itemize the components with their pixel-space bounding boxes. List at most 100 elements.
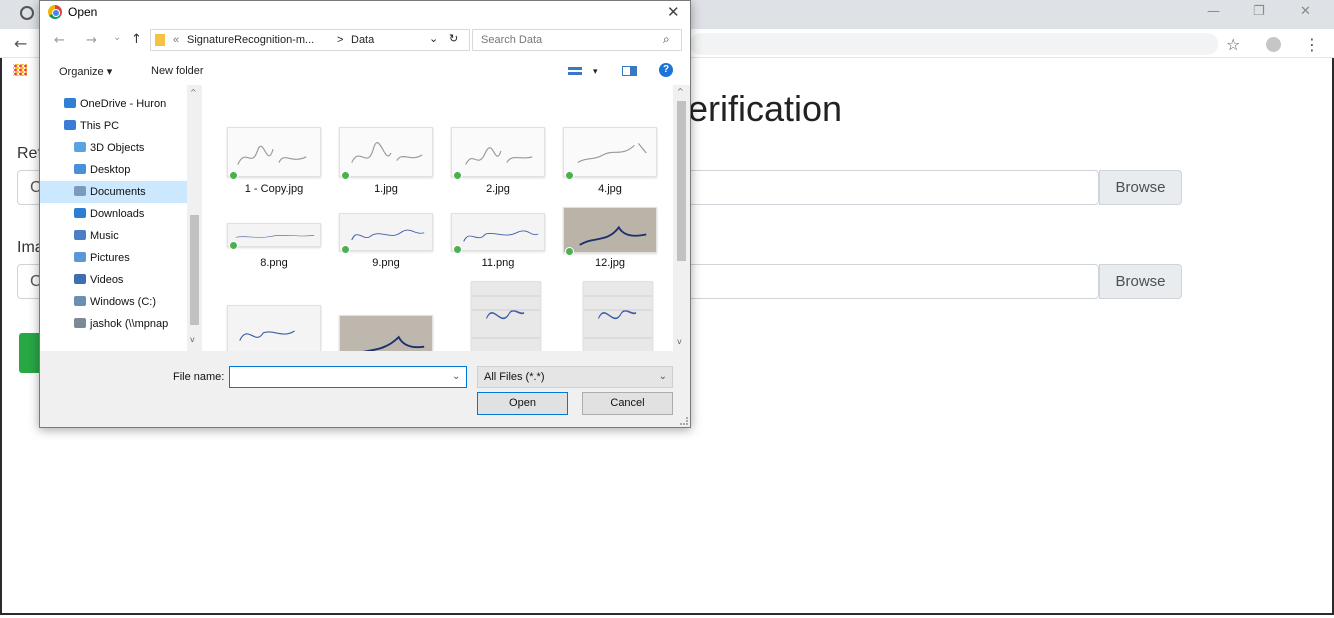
dialog-toolbar: Organize ▾ New folder ▾ ? xyxy=(40,58,690,84)
browser-menu-icon[interactable]: ⋮ xyxy=(1304,35,1320,54)
file-item[interactable]: 1.jpg xyxy=(327,89,435,195)
file-item[interactable] xyxy=(439,259,547,351)
page-title: erification xyxy=(688,88,843,129)
nav-scrollbar[interactable]: ^ v xyxy=(187,85,202,351)
image-browse-button[interactable]: Browse xyxy=(1099,264,1182,299)
path-dropdown-icon[interactable]: ⌄ xyxy=(429,32,438,45)
sidebar-item[interactable]: Desktop xyxy=(40,159,200,181)
preview-pane-icon[interactable] xyxy=(622,66,637,76)
sidebar-item[interactable]: 3D Objects xyxy=(40,137,200,159)
open-file-dialog: Open ✕ ← → ⌄ ↑ « SignatureRecognition-m.… xyxy=(39,0,691,428)
file-item[interactable] xyxy=(551,259,659,351)
address-breadcrumb[interactable]: « SignatureRecognition-m... > Data ⌄ ↻ xyxy=(150,29,470,51)
dialog-footer: File name: ⌄ All Files (*.*) ⌄ Open Canc… xyxy=(40,351,690,427)
file-name-input[interactable] xyxy=(230,367,445,387)
sidebar-item[interactable]: Documents xyxy=(40,181,200,203)
sidebar-item[interactable]: This PC xyxy=(40,115,200,137)
sidebar-item[interactable]: OneDrive - Huron xyxy=(40,93,200,115)
sidebar-item[interactable]: Downloads xyxy=(40,203,200,225)
sidebar-item-label: Pictures xyxy=(90,252,130,264)
file-name-label: File name: xyxy=(173,371,225,383)
signature-thumbnail xyxy=(563,127,657,177)
file-scroll-up-icon[interactable]: ^ xyxy=(677,87,684,96)
drive-icon xyxy=(74,296,86,306)
back-icon[interactable]: ← xyxy=(14,34,27,53)
signature-thumbnail xyxy=(583,281,653,351)
bookmark-star-icon[interactable]: ☆ xyxy=(1226,35,1240,54)
signature-thumbnail xyxy=(563,207,657,253)
signature-thumbnail xyxy=(451,127,545,177)
sidebar-item[interactable]: jashok (\\mpnap xyxy=(40,313,200,335)
submit-button[interactable] xyxy=(19,333,39,373)
resize-grip-icon[interactable] xyxy=(680,417,688,425)
file-scroll-down-icon[interactable]: v xyxy=(677,337,682,346)
nav-scroll-thumb[interactable] xyxy=(190,215,199,325)
change-view-icon[interactable] xyxy=(568,67,582,75)
sidebar-item[interactable]: Windows (C:) xyxy=(40,291,200,313)
profile-avatar[interactable] xyxy=(1266,37,1281,52)
downloads-icon xyxy=(74,208,86,218)
dialog-close-icon[interactable]: ✕ xyxy=(667,3,680,21)
nav-scroll-down-icon[interactable]: v xyxy=(190,335,195,344)
nav-back-icon[interactable]: ← xyxy=(54,33,65,48)
videos-icon xyxy=(74,274,86,284)
browser-favicon-icon[interactable] xyxy=(20,6,34,20)
sidebar-item-label: Windows (C:) xyxy=(90,296,157,308)
minimize-icon[interactable]: — xyxy=(1207,4,1220,19)
signature-thumbnail xyxy=(227,305,321,351)
file-item[interactable] xyxy=(215,259,323,351)
file-name-field[interactable]: ⌄ xyxy=(229,366,467,388)
breadcrumb-parent[interactable]: SignatureRecognition-m... xyxy=(187,34,314,46)
refresh-icon[interactable]: ↻ xyxy=(449,32,458,45)
file-item[interactable]: 1 - Copy.jpg xyxy=(215,89,323,195)
file-item[interactable] xyxy=(327,259,435,351)
sidebar-item-label: Downloads xyxy=(90,208,145,220)
search-placeholder: Search Data xyxy=(481,34,543,46)
open-button[interactable]: Open xyxy=(477,392,568,415)
breadcrumb-separator: > xyxy=(337,34,344,46)
reference-browse-button[interactable]: Browse xyxy=(1099,170,1182,205)
cancel-button[interactable]: Cancel xyxy=(582,392,673,415)
window-close-icon[interactable]: ✕ xyxy=(1300,4,1311,19)
restore-icon[interactable]: ❐ xyxy=(1253,4,1265,19)
file-item[interactable]: 8.png xyxy=(215,171,323,269)
nav-forward-icon[interactable]: → xyxy=(86,33,97,48)
chrome-icon xyxy=(48,5,62,19)
search-input[interactable]: Search Data ⌕ xyxy=(472,29,682,51)
file-item[interactable]: 12.jpg xyxy=(551,171,659,269)
nav-scroll-up-icon[interactable]: ^ xyxy=(190,88,197,97)
search-icon[interactable]: ⌕ xyxy=(663,32,670,47)
file-scrollbar[interactable]: ^ v xyxy=(673,85,690,351)
sync-status-icon xyxy=(341,245,350,254)
organize-button[interactable]: Organize ▾ xyxy=(59,65,112,78)
address-bar[interactable] xyxy=(690,33,1218,55)
file-item[interactable]: 11.png xyxy=(439,171,547,269)
path-overflow[interactable]: « xyxy=(173,34,179,46)
sync-status-icon xyxy=(453,245,462,254)
file-item[interactable]: 2.jpg xyxy=(439,89,547,195)
recent-locations-icon[interactable]: ⌄ xyxy=(113,32,121,43)
file-item[interactable]: 9.png xyxy=(327,171,435,269)
file-name-dropdown-icon[interactable]: ⌄ xyxy=(452,371,460,382)
folder-icon xyxy=(155,34,165,46)
file-item[interactable]: 4.jpg xyxy=(551,89,659,195)
file-scroll-thumb[interactable] xyxy=(677,101,686,261)
sidebar-item[interactable]: Videos xyxy=(40,269,200,291)
help-icon[interactable]: ? xyxy=(659,63,673,77)
network-drive-icon xyxy=(74,318,86,328)
sidebar-item[interactable]: Music xyxy=(40,225,200,247)
sidebar-item-label: Desktop xyxy=(90,164,131,176)
signature-thumbnail xyxy=(451,213,545,251)
new-folder-button[interactable]: New folder xyxy=(151,65,204,77)
signature-thumbnail xyxy=(227,127,321,177)
breadcrumb-current[interactable]: Data xyxy=(351,34,374,46)
sidebar-item[interactable]: Pictures xyxy=(40,247,200,269)
view-options-caret[interactable]: ▾ xyxy=(593,66,598,77)
signature-thumbnail xyxy=(339,213,433,251)
file-type-select[interactable]: All Files (*.*) ⌄ xyxy=(477,366,673,388)
sidebar-item-label: Documents xyxy=(90,186,146,198)
dialog-title: Open xyxy=(68,5,98,19)
nav-up-icon[interactable]: ↑ xyxy=(131,32,142,47)
onedrive-icon xyxy=(64,98,76,108)
pictures-icon xyxy=(74,252,86,262)
